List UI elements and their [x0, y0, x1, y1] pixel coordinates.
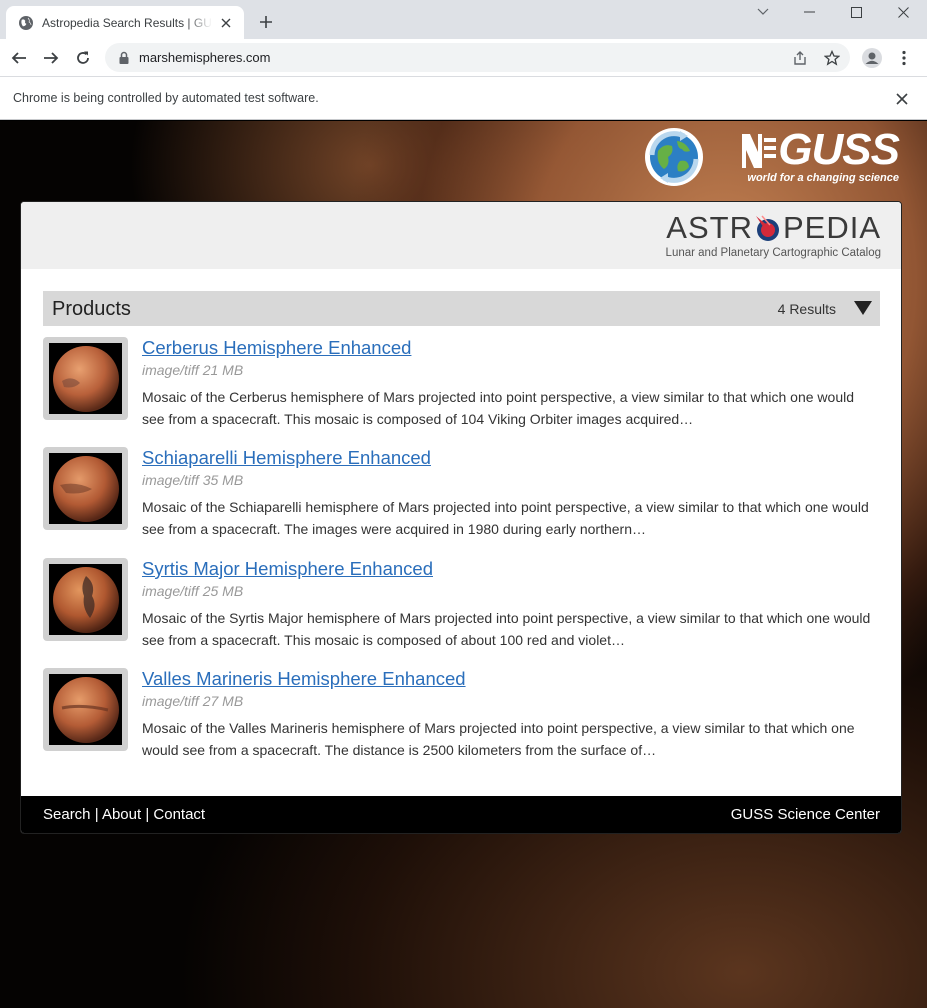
minimize-button[interactable] — [786, 0, 833, 24]
lock-icon[interactable] — [117, 51, 131, 65]
result-description: Mosaic of the Cerberus hemisphere of Mar… — [142, 389, 855, 427]
globe-icon — [18, 15, 34, 31]
result-description: Mosaic of the Valles Marineris hemispher… — [142, 720, 855, 758]
page-background: GUSS world for a changing science ASTR P… — [0, 121, 927, 1008]
result-meta: image/tiff 35 MB — [142, 472, 244, 488]
reload-icon[interactable] — [71, 46, 95, 70]
window-controls — [739, 0, 927, 24]
mars-hemisphere-image — [52, 455, 119, 522]
new-tab-button[interactable] — [256, 12, 276, 32]
result-item: Cerberus Hemisphere Enhanced image/tiff … — [43, 337, 880, 437]
card-footer: Search | About | Contact GUSS Science Ce… — [21, 796, 901, 833]
share-icon[interactable] — [791, 49, 809, 67]
url-text[interactable]: marshemispheres.com — [139, 50, 271, 65]
products-title: Products — [52, 298, 131, 320]
result-title-link[interactable]: Cerberus Hemisphere Enhanced — [142, 337, 411, 359]
guss-tagline: world for a changing science — [747, 172, 899, 184]
footer-separator: | — [145, 806, 150, 823]
infobar-message: Chrome is being controlled by automated … — [13, 91, 319, 105]
address-bar[interactable]: marshemispheres.com — [105, 43, 850, 72]
product-thumbnail[interactable] — [43, 668, 128, 751]
astropedia-logo[interactable]: ASTR PEDIA Lunar and Planetary Cartograp… — [666, 210, 881, 259]
globe-logo-icon[interactable] — [644, 127, 704, 187]
profile-avatar-icon[interactable] — [860, 46, 884, 70]
mars-hemisphere-image — [52, 566, 119, 633]
kebab-menu-icon[interactable] — [892, 46, 916, 70]
close-icon[interactable] — [218, 15, 234, 31]
mars-hemisphere-image — [52, 676, 119, 743]
astropedia-wordmark-right: PEDIA — [782, 210, 881, 245]
result-meta: image/tiff 21 MB — [142, 362, 244, 378]
forward-arrow-icon[interactable] — [39, 46, 63, 70]
guss-header-logos: GUSS world for a changing science — [644, 125, 900, 187]
footer-guss-science-center: GUSS Science Center — [730, 806, 880, 823]
bookmark-star-icon[interactable] — [823, 49, 841, 67]
result-meta: image/tiff 27 MB — [142, 693, 244, 709]
product-thumbnail[interactable] — [43, 337, 128, 420]
result-title-link[interactable]: Schiaparelli Hemisphere Enhanced — [142, 447, 431, 469]
astropedia-wordmark-left: ASTR — [666, 210, 753, 245]
result-description: Mosaic of the Syrtis Major hemisphere of… — [142, 610, 871, 648]
results-count: 4 Results — [777, 301, 836, 317]
close-icon[interactable] — [894, 91, 910, 107]
tab-title: Astropedia Search Results | GUSS — [42, 15, 212, 30]
footer-separator: | — [94, 806, 99, 823]
automation-infobar: Chrome is being controlled by automated … — [0, 76, 927, 120]
footer-search-link[interactable]: Search — [43, 806, 91, 823]
result-title-link[interactable]: Valles Marineris Hemisphere Enhanced — [142, 668, 466, 690]
astropedia-subtitle: Lunar and Planetary Cartographic Catalog — [665, 247, 881, 259]
guss-wordmark: GUSS — [778, 125, 900, 174]
results-card: ASTR PEDIA Lunar and Planetary Cartograp… — [20, 201, 902, 834]
maximize-button[interactable] — [833, 0, 880, 24]
result-item: Schiaparelli Hemisphere Enhanced image/t… — [43, 447, 880, 547]
guss-logo[interactable]: GUSS world for a changing science — [740, 125, 900, 184]
result-title-link[interactable]: Syrtis Major Hemisphere Enhanced — [142, 558, 433, 580]
result-item: Valles Marineris Hemisphere Enhanced ima… — [43, 668, 880, 768]
plus-icon — [260, 16, 272, 28]
footer-about-link[interactable]: About — [102, 806, 141, 823]
product-thumbnail[interactable] — [43, 447, 128, 530]
tab-strip: Astropedia Search Results | GUSS — [0, 0, 927, 39]
collapse-triangle-icon[interactable] — [854, 301, 872, 315]
products-header: Products 4 Results — [43, 291, 880, 326]
window-close-button[interactable] — [880, 0, 927, 24]
footer-links: Search | About | Contact — [43, 806, 205, 823]
browser-toolbar: marshemispheres.com — [0, 39, 927, 76]
result-meta: image/tiff 25 MB — [142, 583, 244, 599]
result-item: Syrtis Major Hemisphere Enhanced image/t… — [43, 558, 880, 658]
footer-contact-link[interactable]: Contact — [153, 806, 205, 823]
browser-tab[interactable]: Astropedia Search Results | GUSS — [6, 6, 244, 39]
chevron-down-icon[interactable] — [739, 0, 786, 24]
product-thumbnail[interactable] — [43, 558, 128, 641]
back-arrow-icon[interactable] — [7, 46, 31, 70]
guss-emblem-icon — [742, 134, 777, 168]
result-description: Mosaic of the Schiaparelli hemisphere of… — [142, 499, 869, 537]
comet-planet-icon — [755, 215, 779, 241]
card-header: ASTR PEDIA Lunar and Planetary Cartograp… — [21, 202, 901, 269]
mars-hemisphere-image — [52, 345, 119, 412]
